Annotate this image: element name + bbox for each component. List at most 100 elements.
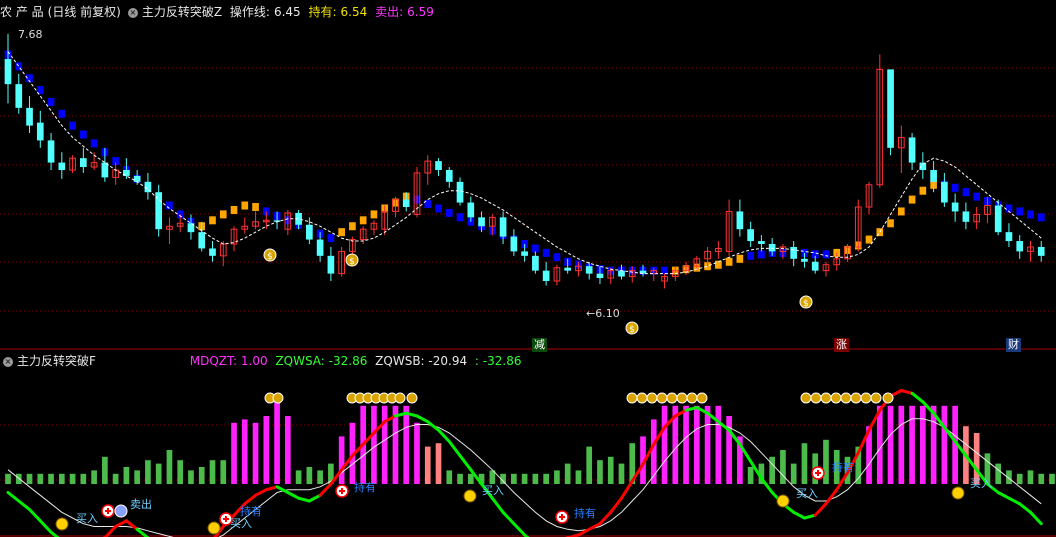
band-block bbox=[370, 210, 378, 219]
candle-body bbox=[198, 232, 206, 249]
histogram-bar bbox=[424, 446, 431, 484]
band-block bbox=[897, 207, 905, 216]
money-bag-icon-glyph: $ bbox=[349, 257, 355, 267]
osc-segment bbox=[415, 414, 430, 424]
histogram-bar bbox=[317, 470, 323, 484]
money-bag-icon-glyph: $ bbox=[629, 325, 635, 335]
money-bag-icon-glyph: $ bbox=[267, 252, 273, 262]
histogram-bar bbox=[618, 463, 625, 484]
chart-canvas[interactable]: $ $ $ $ bbox=[0, 0, 1056, 537]
osc-segment bbox=[6, 491, 21, 503]
osc-segment bbox=[996, 491, 1011, 500]
histogram-bar bbox=[554, 470, 560, 484]
peak-bag-icon bbox=[820, 392, 832, 404]
osc-segment bbox=[307, 493, 322, 503]
event-tag-zhang[interactable]: 涨 bbox=[834, 338, 849, 352]
peak-bag-icon bbox=[696, 392, 708, 404]
histogram-bar bbox=[823, 439, 829, 484]
peak-bag-icon bbox=[850, 392, 862, 404]
band-block bbox=[209, 216, 216, 225]
candle-body bbox=[768, 244, 776, 252]
event-tag-cai[interactable]: 财 bbox=[1006, 338, 1021, 352]
histogram-bar bbox=[123, 467, 130, 484]
histogram-bar bbox=[295, 470, 302, 484]
candle-body bbox=[521, 251, 528, 256]
money-bag-icon-glyph: $ bbox=[803, 299, 809, 309]
candle-body bbox=[456, 181, 464, 203]
candle-body bbox=[133, 175, 141, 182]
band-block bbox=[951, 183, 959, 192]
peak-bag-icon bbox=[840, 392, 852, 404]
band-block bbox=[230, 205, 238, 214]
band-block bbox=[252, 203, 259, 211]
band-block bbox=[908, 195, 916, 204]
histogram-bar bbox=[134, 470, 140, 484]
candle-body bbox=[1005, 232, 1013, 242]
candle-body bbox=[941, 181, 948, 203]
peak-bag-icon bbox=[406, 392, 418, 404]
histogram-bar bbox=[941, 405, 948, 484]
histogram-bar bbox=[769, 456, 776, 484]
histogram-bar bbox=[564, 463, 571, 484]
candle-body bbox=[887, 69, 894, 148]
band-block bbox=[532, 244, 539, 253]
candle-body bbox=[564, 267, 572, 271]
band-block bbox=[865, 235, 873, 244]
smiley-icon bbox=[55, 517, 69, 531]
smiley-icon bbox=[463, 489, 477, 503]
candle-body bbox=[532, 255, 539, 271]
histogram-bar bbox=[112, 473, 119, 484]
histogram-bar bbox=[274, 399, 280, 484]
peak-bag-icon bbox=[636, 392, 648, 404]
histogram-bar bbox=[220, 460, 227, 484]
band-block bbox=[445, 208, 453, 217]
candle-body bbox=[1016, 241, 1024, 252]
smiley-icon bbox=[776, 494, 790, 508]
band-block bbox=[90, 139, 98, 148]
osc-segment bbox=[17, 499, 32, 511]
candle-body bbox=[951, 202, 959, 212]
candle-body bbox=[736, 211, 744, 230]
stock-chart-window: { "main_header": { "symbol": "农 产 品", "p… bbox=[0, 0, 1056, 537]
histogram-bar bbox=[37, 473, 44, 484]
band-block bbox=[435, 204, 442, 213]
histogram-bar bbox=[1049, 473, 1055, 484]
smiley-icon bbox=[207, 521, 221, 535]
histogram-bar bbox=[586, 446, 593, 484]
osc-segment bbox=[824, 488, 839, 506]
peak-bag-icon bbox=[860, 392, 872, 404]
histogram-bar bbox=[177, 460, 184, 484]
candle-body bbox=[26, 107, 33, 126]
histogram-bar bbox=[780, 450, 786, 484]
histogram-bar bbox=[48, 473, 54, 484]
hold-label-1: 持有 bbox=[240, 505, 262, 518]
hold-label-2: 持有 bbox=[354, 481, 376, 494]
band-block bbox=[47, 97, 55, 106]
osc-segment bbox=[264, 485, 279, 492]
event-tag-jian[interactable]: 减 bbox=[532, 338, 547, 352]
buy-label-5: 买入 bbox=[970, 477, 992, 490]
candle-body bbox=[445, 170, 453, 182]
histogram-bar bbox=[543, 473, 549, 484]
candle-body bbox=[962, 211, 970, 222]
band-block bbox=[736, 254, 744, 263]
band-block bbox=[219, 210, 227, 219]
band-block bbox=[327, 234, 335, 243]
osc-segment bbox=[447, 440, 462, 458]
histogram-bar bbox=[381, 405, 388, 484]
histogram-bar bbox=[145, 460, 151, 484]
osc-segment bbox=[1007, 496, 1022, 506]
candle-body bbox=[435, 161, 442, 170]
osc-segment bbox=[802, 513, 817, 520]
histogram-bar bbox=[435, 443, 442, 484]
band-block bbox=[553, 253, 561, 262]
band-block bbox=[887, 219, 894, 228]
histogram-bar bbox=[467, 473, 474, 484]
histogram-bar bbox=[511, 473, 517, 484]
sad-face-icon bbox=[114, 504, 128, 518]
candle-body bbox=[478, 217, 485, 227]
buy-label-3: 买入 bbox=[482, 484, 504, 497]
histogram-bar bbox=[241, 419, 248, 484]
candle-body bbox=[801, 258, 808, 262]
band-block bbox=[542, 248, 550, 257]
